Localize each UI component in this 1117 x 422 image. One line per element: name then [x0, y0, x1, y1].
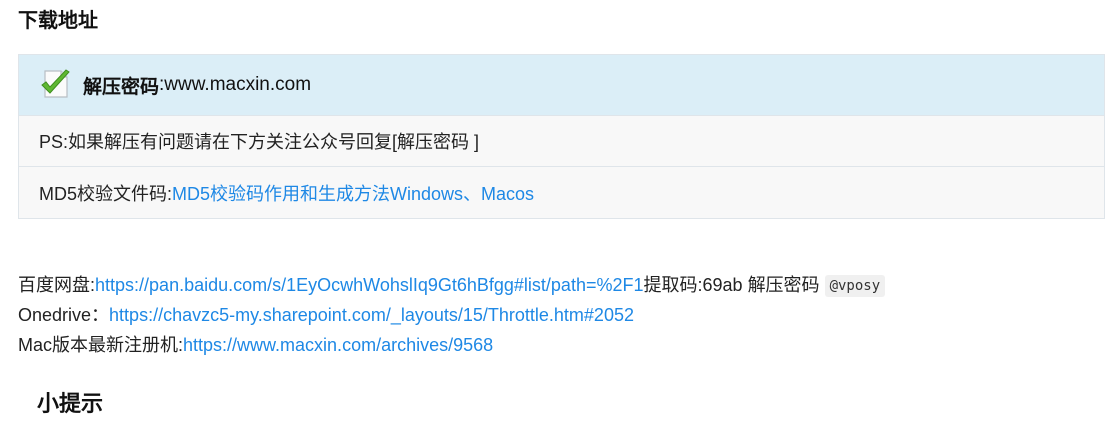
mac-keygen-line: Mac版本最新注册机:https://www.macxin.com/archiv… — [18, 330, 885, 360]
md5-link[interactable]: MD5校验码作用和生成方法Windows、Macos — [172, 180, 534, 206]
password-row: 解压密码: www.macxin.com — [19, 55, 1104, 115]
download-links: 百度网盘:https://pan.baidu.com/s/1EyOcwhWohs… — [18, 270, 886, 360]
mac-keygen-label: Mac版本最新注册机: — [18, 335, 184, 355]
password-label: 解压密码 — [83, 76, 160, 98]
baidu-code: 提取码:69ab — [643, 275, 743, 295]
baidu-line: 百度网盘:https://pan.baidu.com/s/1EyOcwhWohs… — [18, 270, 886, 300]
baidu-label: 百度网盘: — [18, 275, 96, 295]
baidu-pw-code: @vposy — [824, 275, 886, 297]
mac-keygen-link[interactable]: https://www.macxin.com/archives/9568 — [183, 335, 493, 355]
md5-label: MD5校验文件码: — [39, 183, 173, 204]
section-title-download: 下载地址 — [18, 10, 98, 32]
download-info-table: 解压密码: www.macxin.com PS:如果解压有问题请在下方关注公众号回… — [18, 54, 1105, 219]
baidu-pw-label: 解压密码 — [747, 275, 820, 295]
onedrive-label: Onedrive： — [18, 305, 110, 325]
onedrive-line: Onedrive：https://chavzc5-my.sharepoint.c… — [18, 300, 885, 330]
baidu-link[interactable]: https://pan.baidu.com/s/1EyOcwhWohslIq9G… — [95, 275, 643, 295]
md5-row: MD5校验文件码: MD5校验码作用和生成方法Windows、Macos — [19, 166, 1104, 218]
check-document-icon — [39, 66, 83, 105]
ps-text: PS:如果解压有问题请在下方关注公众号回复[解压密码 ] — [39, 132, 480, 152]
tips-heading: 小提示 — [37, 391, 104, 416]
onedrive-link[interactable]: https://chavzc5-my.sharepoint.com/_layou… — [109, 305, 634, 325]
ps-row: PS:如果解压有问题请在下方关注公众号回复[解压密码 ] — [19, 115, 1104, 166]
password-value: www.macxin.com — [164, 74, 312, 95]
